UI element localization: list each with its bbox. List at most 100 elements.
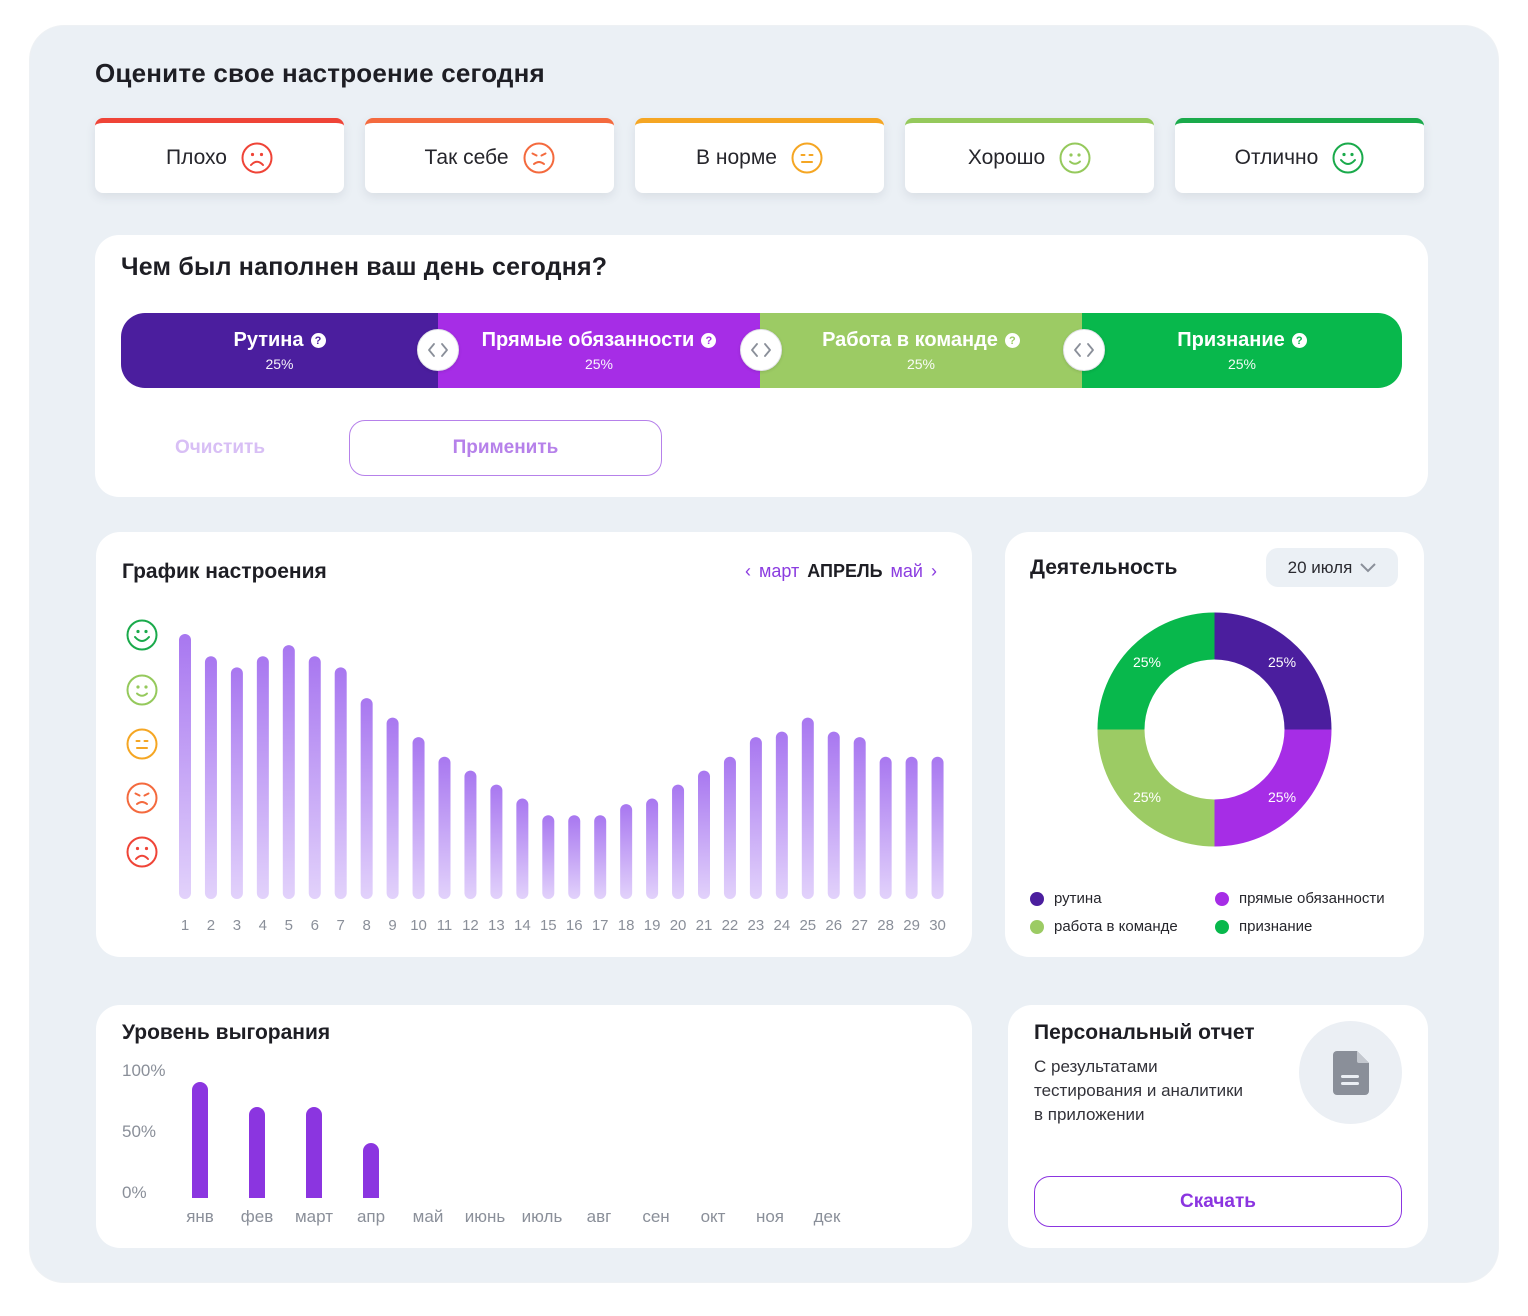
burnout-month-label: март — [294, 1207, 333, 1226]
mood-bar[interactable] — [801, 717, 814, 899]
mood-bar[interactable] — [620, 804, 633, 899]
mood-day-label: 26 — [825, 917, 843, 934]
mood-bar[interactable] — [775, 731, 788, 899]
burnout-month-label: фев — [240, 1207, 274, 1226]
legend-dot — [1215, 919, 1229, 934]
legend-label: рутина — [1054, 890, 1102, 907]
mood-day-label: 30 — [929, 917, 946, 934]
mood-bar[interactable] — [308, 656, 321, 899]
donut-slice[interactable] — [1214, 729, 1332, 847]
mood-day-label: 4 — [258, 917, 268, 934]
report-line: С результатами — [1034, 1057, 1158, 1076]
burnout-bar[interactable] — [192, 1082, 208, 1198]
mood-bar[interactable] — [698, 770, 710, 899]
legend-dot — [1215, 891, 1229, 906]
mood-bar[interactable] — [516, 798, 529, 899]
burnout-y-tick: 50% — [122, 1122, 157, 1141]
burnout-month-label: авг — [586, 1207, 612, 1226]
legend-dot — [1030, 919, 1044, 934]
mood-day-label: 17 — [591, 917, 609, 934]
report-line: тестирования и аналитики — [1034, 1081, 1243, 1100]
document-icon-circle — [1299, 1021, 1402, 1124]
mood-bar[interactable] — [360, 698, 373, 899]
mood-day-label: 15 — [539, 917, 557, 934]
legend-dot — [1030, 891, 1044, 906]
mood-bar[interactable] — [646, 798, 659, 899]
mood-bar[interactable] — [749, 737, 762, 899]
mood-bar[interactable] — [282, 645, 295, 899]
mood-bar[interactable] — [827, 731, 840, 899]
legend-label: работа в команде — [1054, 918, 1178, 935]
burnout-bar[interactable] — [363, 1143, 379, 1198]
report-line: в приложении — [1034, 1105, 1145, 1124]
document-icon — [1332, 1050, 1369, 1095]
legend-item: прямые обязанности — [1215, 890, 1385, 907]
mood-bar[interactable] — [931, 756, 944, 899]
donut-slice-label: 25% — [1268, 789, 1296, 805]
burnout-month-label: окт — [700, 1207, 726, 1226]
mood-bar[interactable] — [230, 667, 243, 899]
mood-day-label: 11 — [436, 917, 453, 934]
burnout-bar[interactable] — [249, 1106, 265, 1198]
date-value: 20 июля — [1287, 557, 1353, 577]
mood-bar[interactable] — [594, 815, 607, 899]
report-title: Персональный отчет — [1034, 1021, 1255, 1044]
donut-slice-label: 25% — [1133, 789, 1161, 805]
donut-slice[interactable] — [1097, 729, 1215, 847]
report-description: С результатами тестирования и аналитики … — [1034, 1055, 1243, 1127]
mood-bar[interactable] — [334, 667, 347, 899]
mood-day-label: 1 — [180, 917, 190, 934]
mood-bar[interactable] — [905, 756, 918, 899]
mood-bar[interactable] — [179, 633, 191, 899]
mood-bar[interactable] — [672, 784, 685, 899]
mood-day-label: 14 — [514, 917, 531, 934]
donut-slice[interactable] — [1097, 612, 1215, 730]
mood-bar[interactable] — [879, 756, 892, 899]
mood-bar[interactable] — [412, 737, 425, 899]
mood-day-label: 3 — [232, 917, 242, 934]
legend-item: рутина — [1030, 890, 1102, 907]
mood-day-label: 28 — [877, 917, 894, 934]
burnout-month-label: апр — [356, 1207, 386, 1226]
mood-day-label: 8 — [362, 917, 371, 934]
donut-slice-label: 25% — [1268, 654, 1296, 670]
mood-day-label: 24 — [773, 917, 791, 934]
legend-label: признание — [1239, 918, 1313, 935]
mood-day-label: 16 — [565, 917, 583, 934]
mood-day-label: 5 — [284, 917, 293, 934]
mood-day-label: 21 — [695, 917, 713, 934]
burnout-month-label: май — [412, 1207, 444, 1226]
burnout-month-label: янв — [186, 1207, 214, 1226]
activity-donut-chart: 25% 25% 25% 25% — [1097, 612, 1332, 847]
date-dropdown[interactable]: 20 июля — [1266, 548, 1398, 587]
mood-day-label: 13 — [488, 917, 505, 934]
burnout-month-label: июль — [521, 1207, 563, 1226]
mood-bar[interactable] — [542, 815, 555, 899]
mood-bar[interactable] — [723, 756, 736, 899]
activity-title: Деятельность — [1030, 556, 1178, 579]
mood-day-label: 22 — [721, 917, 739, 934]
mood-bar[interactable] — [490, 784, 503, 899]
mood-day-label: 6 — [310, 917, 319, 934]
download-button[interactable]: Скачать — [1034, 1176, 1402, 1227]
mood-bar[interactable] — [568, 815, 581, 899]
mood-bar[interactable] — [438, 756, 451, 899]
mood-bar[interactable] — [386, 717, 399, 899]
mood-day-label: 7 — [336, 917, 345, 934]
mood-day-label: 25 — [799, 917, 817, 934]
donut-slice-label: 25% — [1133, 654, 1161, 670]
mood-bar[interactable] — [464, 770, 477, 899]
mood-bar[interactable] — [853, 737, 866, 899]
burnout-y-tick: 0% — [122, 1183, 147, 1202]
donut-slice[interactable] — [1214, 612, 1332, 730]
mood-bar[interactable] — [256, 656, 269, 899]
legend-item: работа в команде — [1030, 918, 1178, 935]
burnout-month-label: сен — [642, 1207, 670, 1226]
burnout-bar[interactable] — [306, 1106, 322, 1198]
mood-day-label: 19 — [643, 917, 661, 934]
legend-item: признание — [1215, 918, 1312, 935]
burnout-month-label: июнь — [464, 1207, 506, 1226]
legend-label: прямые обязанности — [1239, 890, 1385, 907]
mood-bar[interactable] — [204, 656, 217, 899]
burnout-title: Уровень выгорания — [122, 1021, 331, 1044]
